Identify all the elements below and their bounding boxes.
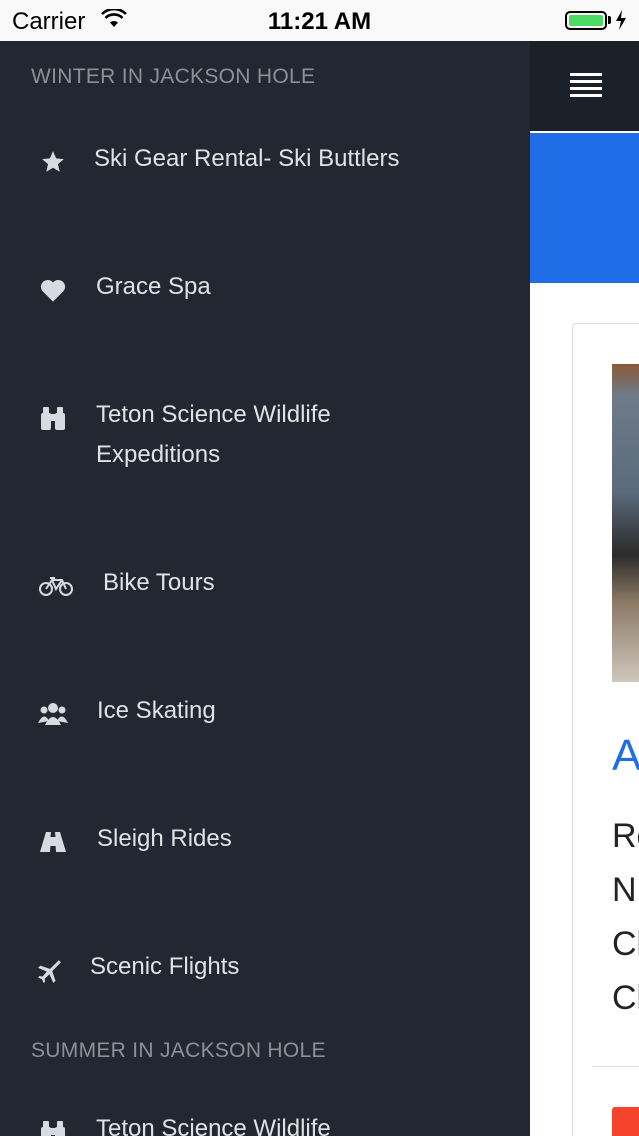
card-line: Cl: [612, 979, 639, 1017]
drawer-item-label: Ski Gear Rental- Ski Buttlers: [94, 145, 400, 172]
drawer-item-label: Ice Skating: [97, 697, 216, 724]
heart-icon: [38, 275, 68, 305]
divider: [592, 1066, 639, 1067]
binoculars-icon: [38, 1117, 68, 1136]
drawer-item-grace-spa[interactable]: Grace Spa: [0, 267, 530, 327]
action-button[interactable]: [612, 1107, 639, 1136]
card-title[interactable]: A: [612, 731, 639, 781]
binoculars-icon: [38, 403, 68, 433]
drawer-item-teton-science[interactable]: Teton Science Wildlife Expeditions: [0, 395, 530, 485]
users-icon: [38, 699, 68, 729]
drawer-item-bike-tours[interactable]: Bike Tours: [0, 563, 530, 623]
drawer-item-ski-gear-rental[interactable]: Ski Gear Rental- Ski Buttlers: [0, 139, 530, 199]
drawer-item-label: Teton Science Wildlife Expeditions: [96, 401, 331, 468]
drawer-item-ice-skating[interactable]: Ice Skating: [0, 691, 530, 751]
card-line: Re: [612, 817, 639, 855]
drawer-item-label: Scenic Flights: [90, 953, 240, 980]
clock: 11:21 AM: [267, 8, 372, 35]
battery-indicator: [565, 10, 627, 30]
drawer-item-label: Teton Science Wildlife: [96, 1115, 331, 1136]
drawer-item-sleigh-rides[interactable]: Sleigh Rides: [0, 819, 530, 879]
side-drawer: WINTER IN JACKSON HOLE Ski Gear Rental- …: [0, 41, 530, 1136]
listing-photo: [612, 364, 639, 682]
bicycle-icon: [38, 571, 74, 601]
section-header-summer: SUMMER IN JACKSON HOLE: [31, 1039, 326, 1062]
card-line: Cl: [612, 925, 639, 963]
charging-bolt-icon: [616, 10, 626, 30]
hero-banner: [530, 133, 639, 283]
drawer-item-label: Grace Spa: [96, 273, 211, 300]
top-nav-bar: [530, 41, 639, 131]
star-icon: [38, 147, 68, 177]
road-icon: [38, 827, 68, 857]
drawer-item-label: Sleigh Rides: [97, 825, 232, 852]
status-bar: Carrier 11:21 AM: [0, 0, 639, 41]
drawer-item-label: Bike Tours: [103, 569, 215, 596]
main-content: A Re N Cl Cl: [530, 41, 639, 1136]
menu-icon[interactable]: [570, 73, 602, 99]
section-header-winter: WINTER IN JACKSON HOLE: [31, 65, 316, 88]
card-line: N: [612, 871, 637, 909]
drawer-item-scenic-flights[interactable]: Scenic Flights: [0, 947, 530, 1007]
plane-icon: [34, 955, 64, 985]
drawer-item-teton-science-summer[interactable]: Teton Science Wildlife: [0, 1109, 530, 1136]
